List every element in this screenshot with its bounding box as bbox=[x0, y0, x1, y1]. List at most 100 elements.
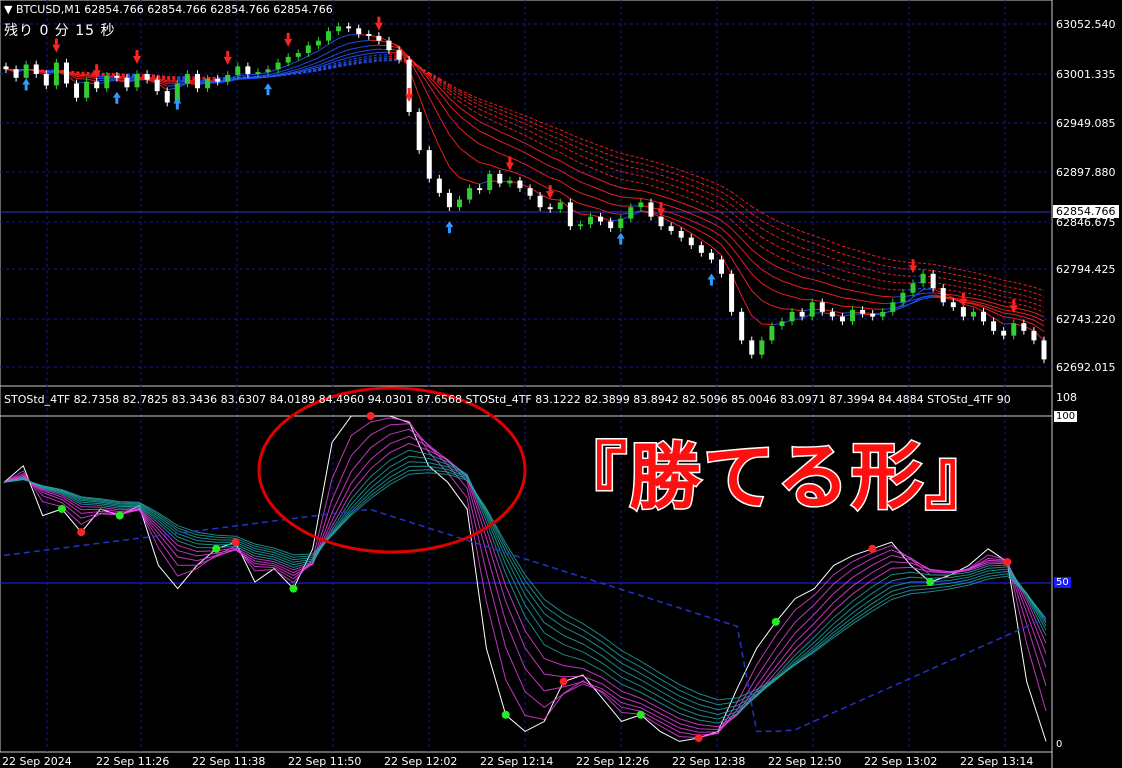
buy-arrow bbox=[22, 78, 31, 85]
ribbon-line bbox=[499, 168, 510, 172]
ribbon-line bbox=[348, 51, 359, 55]
ribbon-line bbox=[640, 190, 652, 194]
candle-body bbox=[396, 50, 402, 60]
candle-body bbox=[325, 31, 331, 41]
time-axis-label: 22 Sep 11:26 bbox=[96, 755, 170, 768]
ribbon-line bbox=[933, 263, 944, 267]
candle-body bbox=[285, 56, 291, 63]
candle-body bbox=[900, 292, 906, 303]
ribbon-line bbox=[670, 191, 682, 196]
ribbon-line bbox=[570, 133, 581, 140]
ribbon-line bbox=[469, 180, 480, 185]
candle-body bbox=[809, 302, 815, 317]
ribbon-line bbox=[771, 289, 783, 295]
candle-body bbox=[164, 91, 170, 103]
ribbon-line bbox=[751, 260, 763, 271]
ribbon-line bbox=[771, 233, 783, 240]
ribbon-line bbox=[721, 235, 732, 248]
ribbon-line bbox=[1023, 305, 1035, 309]
ribbon-line bbox=[550, 140, 561, 146]
ribbon-line bbox=[489, 135, 501, 142]
ribbon-line bbox=[499, 113, 511, 119]
ribbon-line bbox=[288, 65, 299, 70]
ribbon-line bbox=[711, 187, 722, 193]
ribbon-line bbox=[660, 174, 672, 180]
candle-body bbox=[577, 224, 583, 227]
ribbon-line bbox=[983, 274, 994, 278]
candle-body bbox=[618, 218, 624, 229]
candle-body bbox=[678, 230, 684, 238]
ribbon-line bbox=[751, 315, 763, 325]
ribbon-line bbox=[489, 125, 501, 133]
ribbon-line bbox=[751, 238, 763, 248]
ribbon-line bbox=[449, 115, 460, 129]
trading-chart[interactable] bbox=[0, 0, 1122, 768]
candle-body bbox=[33, 64, 39, 74]
ribbon-line bbox=[1023, 295, 1035, 299]
ribbon-line bbox=[630, 173, 641, 177]
ribbon-line bbox=[993, 282, 1004, 287]
ribbon-line bbox=[1033, 297, 1045, 303]
signal-dot bbox=[694, 734, 703, 743]
sell-arrow-stem bbox=[286, 32, 290, 39]
candle-body bbox=[104, 75, 110, 89]
ribbon-line bbox=[1013, 292, 1024, 297]
buy-arrow bbox=[707, 273, 716, 280]
ribbon-line bbox=[328, 46, 339, 53]
ribbon-line bbox=[1003, 296, 1014, 300]
ribbon-line bbox=[610, 193, 621, 198]
candle-body bbox=[769, 326, 775, 341]
ribbon-line bbox=[761, 219, 773, 227]
ribbon-line bbox=[852, 272, 863, 277]
ribbon-line bbox=[781, 230, 793, 236]
candle-body bbox=[346, 26, 352, 29]
sell-arrow-stem bbox=[659, 202, 663, 209]
ribbon-line bbox=[771, 263, 783, 270]
ribbon-line bbox=[852, 256, 863, 261]
ribbon-line bbox=[590, 195, 601, 201]
candle-body bbox=[950, 302, 956, 308]
buy-arrow-stem bbox=[619, 238, 623, 245]
ribbon-line bbox=[681, 194, 692, 200]
candle-body bbox=[537, 195, 543, 208]
buy-arrow bbox=[616, 232, 625, 239]
ribbon-line bbox=[741, 238, 753, 250]
ribbon-line bbox=[479, 108, 490, 115]
ribbon-line bbox=[711, 222, 722, 229]
ribbon-line bbox=[751, 273, 763, 284]
ribbon-line bbox=[852, 281, 863, 285]
ribbon-line bbox=[842, 305, 853, 308]
ribbon-line bbox=[650, 185, 662, 190]
ribbon-line bbox=[791, 272, 803, 278]
ribbon-line bbox=[600, 171, 611, 177]
ribbon-line bbox=[590, 205, 601, 210]
ribbon-line bbox=[479, 104, 490, 110]
ribbon-line bbox=[499, 123, 511, 129]
candle-body bbox=[336, 26, 342, 32]
ribbon-line bbox=[812, 278, 823, 283]
time-axis-label: 22 Sep 13:14 bbox=[960, 755, 1034, 768]
ribbon-line bbox=[1033, 286, 1045, 292]
sell-arrow-stem bbox=[961, 292, 965, 299]
ribbon-line bbox=[570, 176, 581, 183]
ribbon-line bbox=[610, 149, 621, 154]
ribbon-line bbox=[560, 180, 571, 189]
ribbon-line bbox=[842, 245, 853, 250]
ribbon-line bbox=[1033, 292, 1045, 297]
candle-body bbox=[547, 207, 553, 210]
ribbon-line bbox=[771, 242, 783, 249]
ribbon-line bbox=[580, 138, 591, 143]
ribbon-line bbox=[691, 179, 702, 184]
candle-body bbox=[507, 180, 513, 184]
ribbon-line bbox=[781, 280, 793, 285]
time-axis-label: 22 Sep 12:02 bbox=[384, 755, 458, 768]
ribbon-line bbox=[479, 101, 490, 107]
bar-timer: 残り 0 分 15 秒 bbox=[4, 23, 116, 39]
ribbon-line bbox=[852, 306, 863, 309]
ribbon-line bbox=[499, 117, 511, 123]
candle-body bbox=[749, 340, 755, 355]
candle-body bbox=[870, 313, 876, 317]
ribbon-line bbox=[963, 303, 974, 308]
ribbon-line bbox=[338, 49, 349, 54]
ribbon-line bbox=[560, 129, 571, 135]
